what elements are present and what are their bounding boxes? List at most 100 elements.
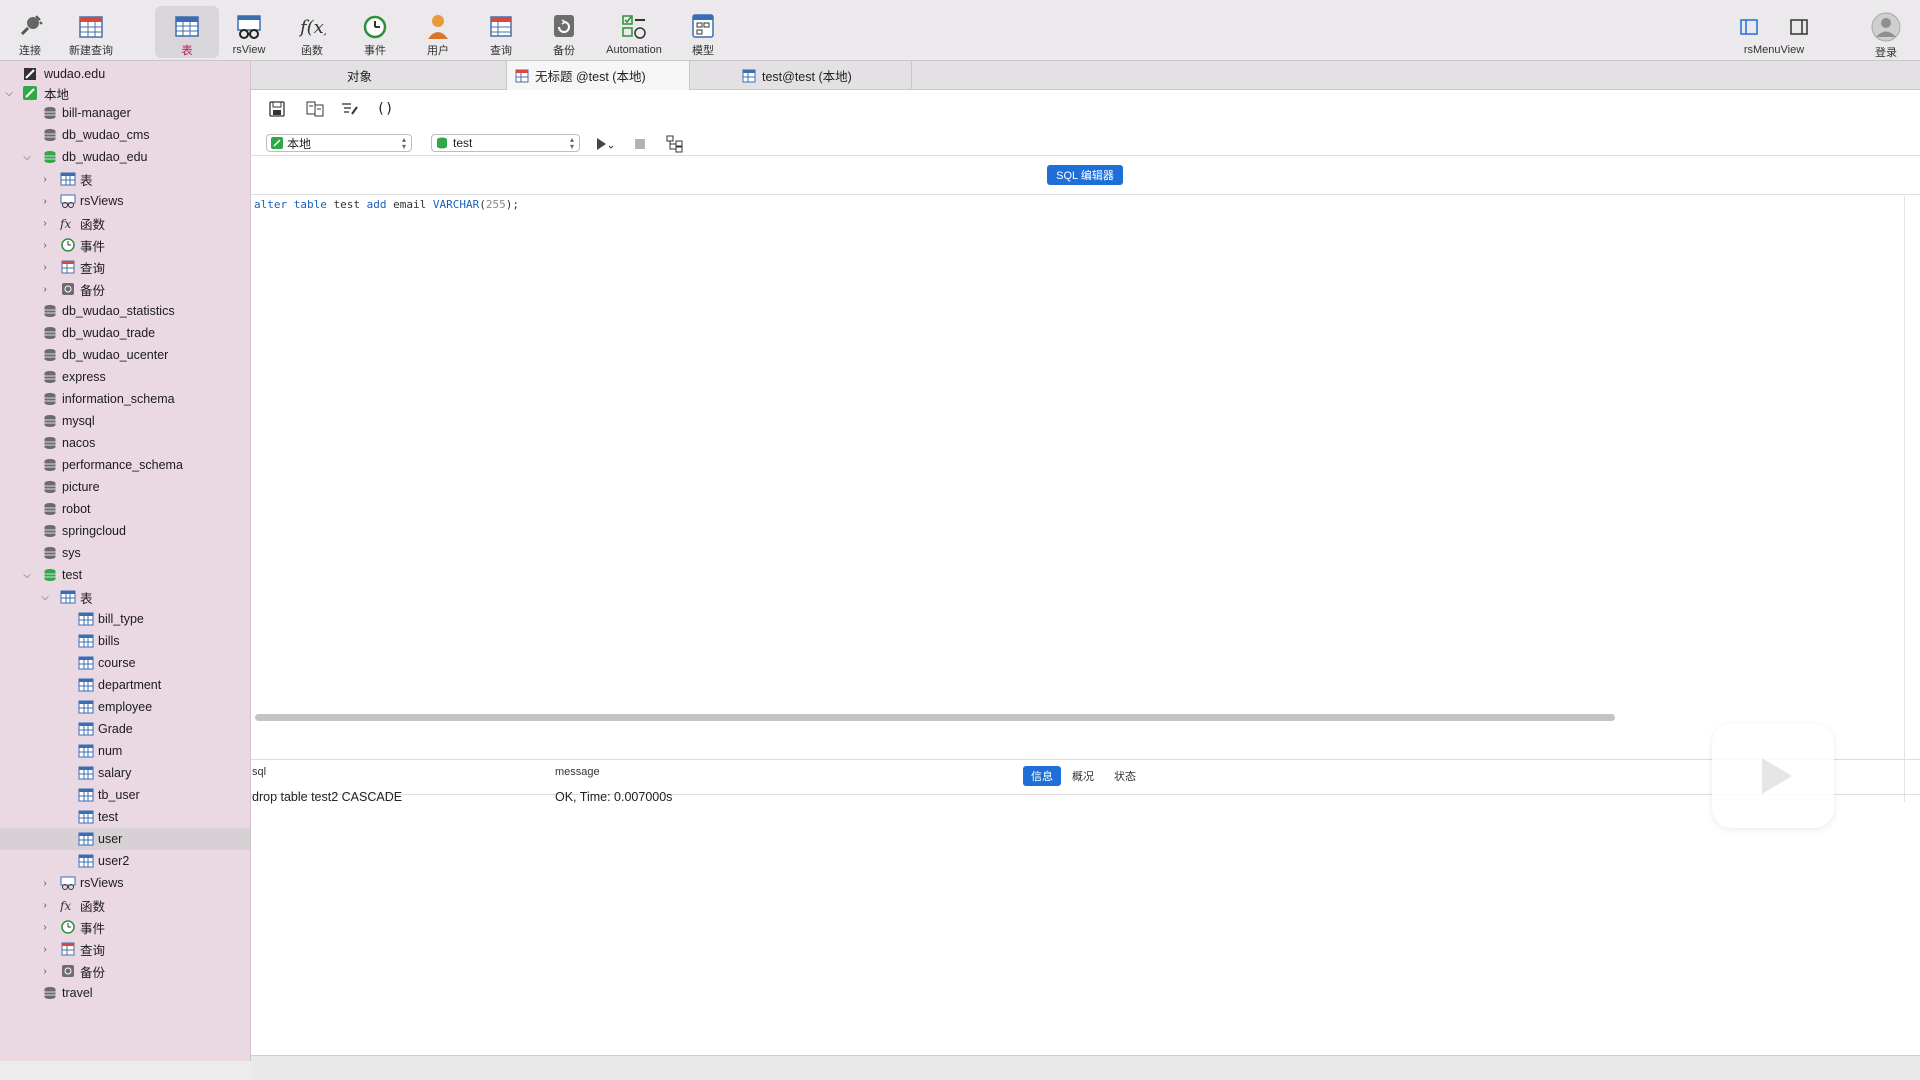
toolbar-event-button[interactable]: 事件: [343, 6, 407, 58]
tree-table-item[interactable]: user: [0, 828, 250, 850]
beautify-sql-button[interactable]: [339, 98, 361, 120]
tree-table-item[interactable]: employee: [0, 696, 250, 718]
tree-folder-item[interactable]: › rsViews: [0, 872, 250, 894]
tree-database-item[interactable]: mysql: [0, 410, 250, 432]
tree-folder-item[interactable]: › 备份: [0, 278, 250, 300]
toolbar-automation-button[interactable]: Automation: [594, 6, 674, 58]
tree-database-item[interactable]: ⌵ test: [0, 564, 250, 586]
tree-database-item[interactable]: performance_schema: [0, 454, 250, 476]
editor-horizontal-scrollbar[interactable]: [255, 714, 1615, 721]
database-icon: [42, 413, 58, 429]
save-button[interactable]: [266, 98, 288, 120]
tab-test-table[interactable]: test@test (本地): [690, 61, 912, 90]
tree-table-item[interactable]: num: [0, 740, 250, 762]
toolbar-menu-view-button[interactable]: rsMenuView: [1729, 6, 1819, 58]
toolbar-function-button[interactable]: f(x) 函数: [280, 6, 344, 58]
tree-table-item[interactable]: salary: [0, 762, 250, 784]
chevron-right-icon[interactable]: ›: [40, 284, 50, 295]
tab-untitled-query[interactable]: 无标题 @test (本地): [507, 61, 690, 90]
tree-database-item[interactable]: robot: [0, 498, 250, 520]
result-tab-info[interactable]: 信息: [1023, 766, 1061, 786]
toolbar-table-button[interactable]: 表: [155, 6, 219, 58]
chevron-down-icon[interactable]: ⌵: [22, 152, 32, 163]
chevron-right-icon[interactable]: ›: [40, 966, 50, 977]
explain-button[interactable]: [664, 133, 686, 155]
toolbar-view-button[interactable]: rsView: [217, 6, 281, 58]
tree-table-item[interactable]: tb_user: [0, 784, 250, 806]
toolbar-new-query-button[interactable]: 新建查询: [59, 6, 123, 58]
tree-root-connection[interactable]: ⌵ 本地: [0, 82, 250, 104]
chevron-right-icon[interactable]: ›: [40, 900, 50, 911]
model-icon: [688, 12, 718, 40]
tree-folder-item[interactable]: › 查询: [0, 256, 250, 278]
table-icon: [78, 699, 94, 715]
code-snippet-button[interactable]: (): [374, 98, 396, 120]
tree-item-label: course: [98, 656, 136, 670]
chevron-right-icon[interactable]: ›: [40, 944, 50, 955]
chevron-right-icon[interactable]: ›: [40, 218, 50, 229]
tree-database-item[interactable]: db_wudao_statistics: [0, 300, 250, 322]
toolbar-view-label: rsView: [232, 44, 266, 56]
tree-database-item[interactable]: nacos: [0, 432, 250, 454]
navigator-sidebar: wudao.edu ⌵ 本地 bill-manager db_wudao_cms ⌵…: [0, 61, 251, 1061]
tab-objects[interactable]: 对象: [251, 61, 507, 90]
tree-database-item[interactable]: db_wudao_trade: [0, 322, 250, 344]
tree-folder-item[interactable]: › rsViews: [0, 190, 250, 212]
tree-item-label: 函数: [80, 217, 106, 232]
tree-database-item[interactable]: ⌵ db_wudao_edu: [0, 146, 250, 168]
tree-folder-item[interactable]: › 备份: [0, 960, 250, 982]
tree-folder-item[interactable]: ⌵ 表: [0, 586, 250, 608]
chevron-right-icon[interactable]: ›: [40, 174, 50, 185]
tree-folder-item[interactable]: › 查询: [0, 938, 250, 960]
run-button[interactable]: [594, 133, 616, 155]
tree-database-item[interactable]: bill-manager: [0, 102, 250, 124]
tree-folder-item[interactable]: › fx 函数: [0, 212, 250, 234]
toolbar-connect-button[interactable]: 连接: [0, 6, 62, 58]
sql-code-editor[interactable]: alter table test add email VARCHAR(255);: [254, 198, 519, 211]
result-tab-status[interactable]: 状态: [1107, 766, 1143, 786]
toolbar-login-button[interactable]: 登录: [1854, 6, 1918, 59]
tree-database-item[interactable]: picture: [0, 476, 250, 498]
tree-item-label: department: [98, 678, 162, 692]
chevron-right-icon[interactable]: ›: [40, 196, 50, 207]
tree-database-item[interactable]: express: [0, 366, 250, 388]
stop-button[interactable]: [629, 133, 651, 155]
tree-folder-item[interactable]: › 事件: [0, 916, 250, 938]
tree-folder-item[interactable]: › 表: [0, 168, 250, 190]
toolbar-model-button[interactable]: 模型: [671, 6, 735, 58]
tree-table-item[interactable]: bill_type: [0, 608, 250, 630]
tree-database-item[interactable]: sys: [0, 542, 250, 564]
database-select[interactable]: test ▴ ▾: [431, 134, 580, 152]
query-builder-button[interactable]: [304, 98, 326, 120]
toolbar-backup-label: 备份: [553, 45, 575, 57]
tree-database-item[interactable]: springcloud: [0, 520, 250, 542]
tree-database-item[interactable]: db_wudao_cms: [0, 124, 250, 146]
backup-icon: [549, 12, 579, 40]
tree-table-item[interactable]: course: [0, 652, 250, 674]
tree-database-item[interactable]: travel: [0, 982, 250, 1004]
tree-table-item[interactable]: user2: [0, 850, 250, 872]
status-bar: [251, 1055, 1920, 1080]
tree-table-item[interactable]: department: [0, 674, 250, 696]
chevron-right-icon[interactable]: ›: [40, 878, 50, 889]
chevron-right-icon[interactable]: ›: [40, 262, 50, 273]
chevron-down-icon[interactable]: ⌵: [4, 88, 14, 99]
connection-select[interactable]: 本地 ▴ ▾: [266, 134, 412, 152]
tree-database-item[interactable]: db_wudao_ucenter: [0, 344, 250, 366]
tree-table-item[interactable]: Grade: [0, 718, 250, 740]
tree-folder-item[interactable]: › 事件: [0, 234, 250, 256]
result-column-sql: sql: [252, 766, 267, 778]
chevron-down-icon[interactable]: ⌵: [40, 592, 50, 603]
chevron-right-icon[interactable]: ›: [40, 240, 50, 251]
result-tab-overview[interactable]: 概况: [1065, 766, 1101, 786]
chevron-down-icon[interactable]: ⌵: [22, 570, 32, 581]
toolbar-backup-button[interactable]: 备份: [532, 6, 596, 58]
tree-folder-item[interactable]: › fx 函数: [0, 894, 250, 916]
toolbar-query-button[interactable]: 查询: [469, 6, 533, 58]
tree-database-item[interactable]: information_schema: [0, 388, 250, 410]
tree-item-label: mysql: [62, 414, 95, 428]
chevron-right-icon[interactable]: ›: [40, 922, 50, 933]
toolbar-user-button[interactable]: 用户: [406, 6, 470, 58]
tree-table-item[interactable]: test: [0, 806, 250, 828]
tree-table-item[interactable]: bills: [0, 630, 250, 652]
